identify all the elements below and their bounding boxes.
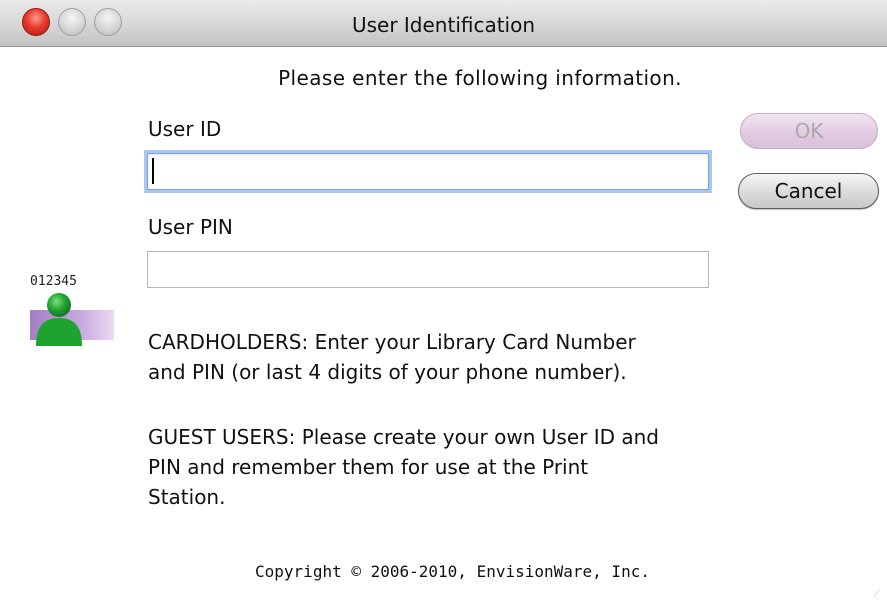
user-id-input[interactable] xyxy=(147,153,709,190)
copyright-text: Copyright © 2006-2010, EnvisionWare, Inc… xyxy=(255,562,650,581)
window-title: User Identification xyxy=(351,13,536,37)
guest-users-note: GUEST USERS: Please create your own User… xyxy=(148,422,728,512)
guest-note-line-3: Station. xyxy=(148,485,226,509)
cancel-button[interactable]: Cancel xyxy=(738,173,879,209)
user-identification-window: User Identification Please enter the fol… xyxy=(0,0,887,603)
resize-grip-icon[interactable]: ⟋ xyxy=(873,589,885,601)
cardholders-note-line-1: CARDHOLDERS: Enter your Library Card Num… xyxy=(148,330,636,354)
cardholders-note-line-2: and PIN (or last 4 digits of your phone … xyxy=(148,360,627,384)
user-card-icon: 012345 xyxy=(30,274,116,346)
guest-note-line-2: PIN and remember them for use at the Pri… xyxy=(148,455,589,479)
cardholders-note: CARDHOLDERS: Enter your Library Card Num… xyxy=(148,327,728,387)
user-pin-input[interactable] xyxy=(147,251,709,288)
instructions-text: Please enter the following information. xyxy=(278,66,682,90)
ok-button[interactable]: OK xyxy=(740,113,878,149)
user-avatar-graphic xyxy=(30,293,114,346)
title-bar[interactable]: User Identification xyxy=(0,0,887,47)
user-id-label: User ID xyxy=(148,117,222,141)
guest-note-line-1: GUEST USERS: Please create your own User… xyxy=(148,425,659,449)
user-pin-label: User PIN xyxy=(148,215,233,239)
text-cursor xyxy=(152,158,154,184)
